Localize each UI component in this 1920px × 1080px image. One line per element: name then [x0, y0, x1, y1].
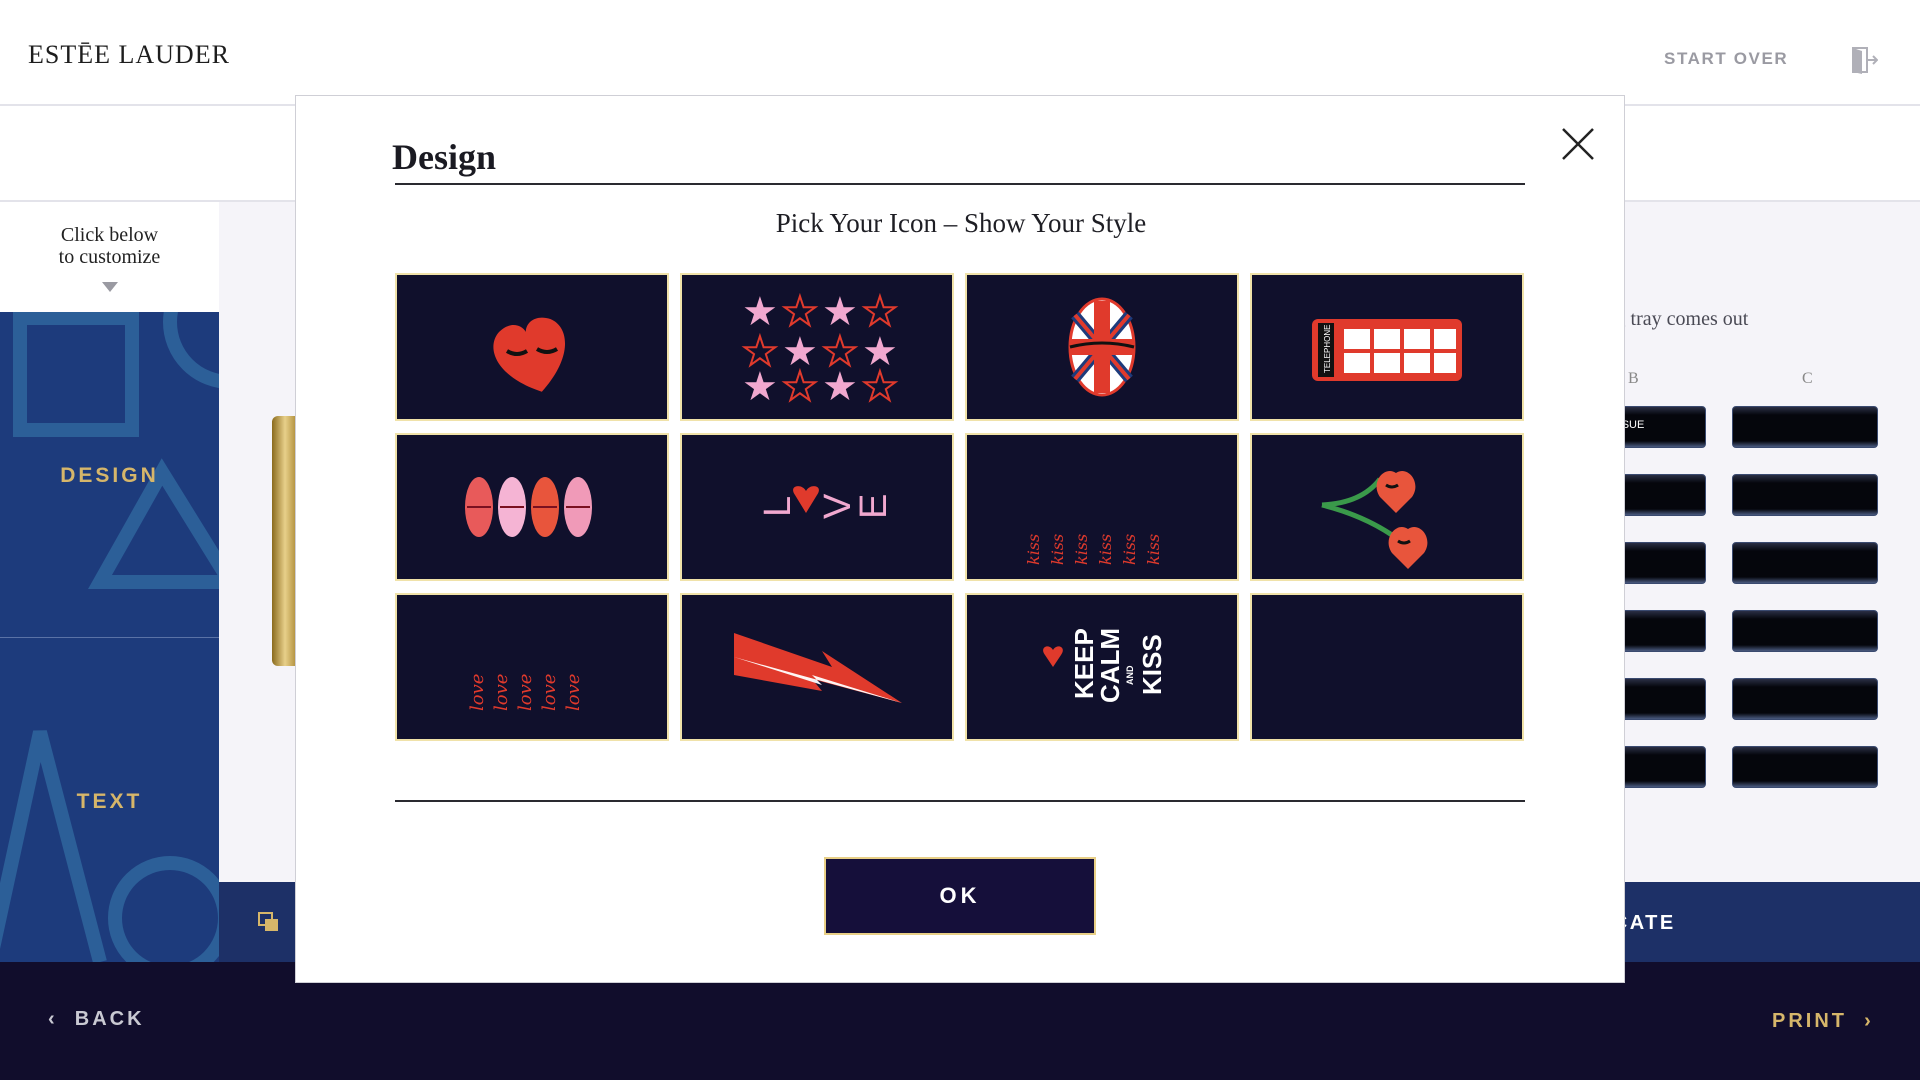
back-button[interactable]: ‹ BACK [48, 1008, 145, 1031]
kiss-script-icon: kiss kiss kiss kiss kiss kiss [1024, 534, 1163, 565]
heart-cherries-icon [1321, 471, 1428, 569]
modal-subtitle: Pick Your Icon – Show Your Style [775, 208, 1147, 238]
union-jack-lips-icon [1068, 297, 1136, 397]
top-header: ESTĒE LAUDER START OVER [0, 0, 1920, 106]
tray-slot[interactable] [1732, 542, 1878, 584]
icon-tile-telephone-box[interactable]: TELEPHONE [1250, 273, 1524, 421]
icon-tile-stars[interactable]: ★ ★ ★ ★ ★ ★ ★ ★ ★ ★ ★ ★ [680, 273, 954, 421]
love-script-icon: love love love love love [467, 674, 584, 711]
icon-tile-lightning[interactable] [680, 593, 954, 741]
love-text: love [563, 674, 584, 711]
love-letters-icon: L V E [757, 486, 895, 519]
icon-tile-keep-calm[interactable]: KEEP CALM AND KISS [965, 593, 1239, 741]
chevron-down-icon [102, 282, 118, 292]
svg-text:★: ★ [822, 365, 858, 409]
love-text: love [491, 674, 512, 711]
calm-text: CALM [1095, 628, 1125, 703]
svg-text:★: ★ [742, 290, 778, 334]
tray-slot[interactable] [1732, 678, 1878, 720]
svg-text:★: ★ [742, 365, 778, 409]
chevron-left-icon: ‹ [48, 1008, 75, 1030]
chevron-right-icon: › [1847, 1010, 1874, 1032]
love-text: love [467, 674, 488, 711]
svg-text:★: ★ [822, 290, 858, 334]
icon-tile-lips-row[interactable] [395, 433, 669, 581]
svg-text:★: ★ [782, 365, 818, 409]
icon-tile-heart[interactable] [395, 273, 669, 421]
close-icon[interactable] [1560, 126, 1596, 162]
exit-door-icon[interactable] [1852, 46, 1878, 74]
love-letter-e: E [853, 494, 895, 519]
love-text: love [515, 674, 536, 711]
tray-slot[interactable] [1732, 474, 1878, 516]
icon-tile-union-jack-lips[interactable] [965, 273, 1239, 421]
svg-text:★: ★ [862, 365, 898, 409]
tray-slot[interactable] [1732, 746, 1878, 788]
icon-tile-cherries[interactable] [1250, 433, 1524, 581]
tray-slot[interactable] [1732, 406, 1878, 448]
icon-tile-love-script[interactable]: love love love love love [395, 593, 669, 741]
kiss-text: kiss [1120, 534, 1139, 565]
copy-icon[interactable] [258, 912, 280, 932]
customize-sidebar: Click below to customize DESIGN TEXT [0, 202, 219, 962]
sidebar-hint-text: Click below to customize [58, 224, 161, 268]
tab-text-label: TEXT [76, 790, 143, 813]
love-text: love [539, 674, 560, 711]
tab-design-label: DESIGN [60, 464, 159, 487]
telephone-box-icon: TELEPHONE [1312, 319, 1462, 381]
divider [395, 183, 1525, 185]
ok-button[interactable]: OK [824, 857, 1096, 935]
column-label-b: B [1628, 370, 1639, 387]
back-label: BACK [74, 1008, 145, 1030]
start-over-button[interactable]: START OVER [1664, 49, 1788, 69]
telephone-sign: TELEPHONE [1323, 325, 1332, 373]
svg-text:★: ★ [782, 290, 818, 334]
kiss-text: kiss [1048, 534, 1067, 565]
keep-calm-icon: KEEP CALM AND KISS [1043, 628, 1167, 703]
kiss-word: KISS [1137, 634, 1167, 695]
divider [395, 800, 1525, 802]
icon-tile-empty[interactable] [1250, 593, 1524, 741]
design-modal: Design Pick Your Icon – Show Your Style … [295, 95, 1625, 983]
stars-icon: ★ ★ ★ ★ ★ ★ ★ ★ ★ ★ ★ ★ [741, 289, 899, 410]
kiss-text: kiss [1024, 534, 1043, 565]
print-label: PRINT [1772, 1010, 1847, 1032]
heart-icon [493, 317, 566, 392]
lips-row-icon [465, 477, 592, 537]
print-button[interactable]: PRINT › [1772, 1010, 1874, 1033]
kiss-text: kiss [1096, 534, 1115, 565]
icon-tile-love[interactable]: L V E [680, 433, 954, 581]
and-text: AND [1125, 665, 1135, 685]
tab-text[interactable]: TEXT [0, 638, 219, 962]
column-label-c: C [1802, 370, 1813, 387]
icon-tile-kiss-script[interactable]: kiss kiss kiss kiss kiss kiss [965, 433, 1239, 581]
lightning-bolt-icon [734, 633, 902, 703]
modal-title: Design [392, 137, 497, 177]
brand-logo: ESTĒE LAUDER [28, 40, 230, 69]
svg-text:★: ★ [862, 290, 898, 334]
kiss-text: kiss [1144, 534, 1163, 565]
love-letter-l: L [757, 496, 799, 517]
tray-slot[interactable] [1732, 610, 1878, 652]
kiss-text: kiss [1072, 534, 1091, 565]
sidebar-hint: Click below to customize [0, 224, 219, 268]
tab-design[interactable]: DESIGN [0, 312, 219, 638]
